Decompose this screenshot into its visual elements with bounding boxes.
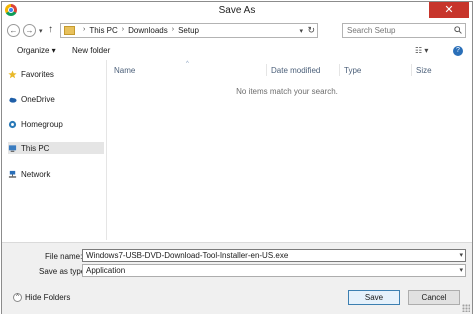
search-icon (454, 26, 462, 34)
window-title: Save As (218, 5, 256, 16)
sidebar-item-onedrive[interactable]: OneDrive (8, 93, 104, 105)
cancel-button[interactable]: Cancel (408, 290, 460, 305)
sort-ascending-icon: ^ (186, 61, 189, 67)
save-as-type-label: Save as type: (39, 267, 88, 276)
breadcrumb-separator: › (121, 26, 125, 33)
breadcrumb-separator: › (171, 26, 175, 33)
save-as-type-select[interactable]: Application ▾ (82, 264, 466, 277)
toolbar: Organize ▾ New folder ☷ ▾ ? (2, 42, 472, 60)
column-header-size[interactable]: Size (416, 66, 432, 75)
homegroup-icon (8, 120, 17, 128)
sidebar-item-label: OneDrive (21, 94, 55, 104)
hide-folders-button[interactable]: ^ Hide Folders (13, 293, 70, 302)
forward-arrow-icon[interactable]: → (23, 24, 36, 37)
sidebar-item-favorites[interactable]: Favorites (8, 68, 104, 80)
save-as-dialog: Save As ✕ ← → ▾ ↑ › This PC › Downloads … (1, 1, 473, 314)
breadcrumb-separator: › (83, 26, 86, 33)
new-folder-button[interactable]: New folder (72, 46, 110, 55)
close-button[interactable]: ✕ (429, 2, 469, 18)
sidebar-item-homegroup[interactable]: Homegroup (8, 118, 104, 130)
breadcrumb-this-pc[interactable]: This PC (89, 26, 117, 35)
refresh-icon[interactable]: ↻ (307, 25, 315, 36)
column-divider[interactable] (339, 64, 340, 76)
file-name-field[interactable]: Windows7-USB-DVD-Download-Tool-Installer… (82, 249, 466, 262)
column-header-name[interactable]: Name (114, 66, 135, 75)
cloud-icon (9, 97, 17, 103)
organize-button[interactable]: Organize ▾ (17, 46, 56, 55)
column-divider[interactable] (411, 64, 412, 76)
breadcrumb-downloads[interactable]: Downloads (128, 26, 168, 35)
computer-icon (8, 144, 17, 152)
dialog-footer: ^ Hide Folders Save Cancel (2, 282, 472, 314)
view-options-icon[interactable]: ☷ ▾ (415, 46, 428, 55)
column-header-type[interactable]: Type (344, 66, 361, 75)
sidebar-item-label: This PC (21, 143, 50, 153)
column-header-date-modified[interactable]: Date modified (271, 66, 320, 75)
search-input[interactable] (347, 24, 447, 37)
file-name-value: Windows7-USB-DVD-Download-Tool-Installer… (86, 251, 289, 260)
title-bar: Save As ✕ (2, 2, 472, 19)
address-bar[interactable]: › This PC › Downloads › Setup ▾ ↻ (60, 23, 318, 38)
save-button[interactable]: Save (348, 290, 400, 305)
file-name-label: File name: (45, 252, 83, 261)
resize-grip-icon[interactable] (462, 304, 470, 312)
save-form: File name: Windows7-USB-DVD-Download-Too… (2, 242, 472, 283)
recent-locations-chevron-icon[interactable]: ▾ (39, 27, 43, 35)
folder-icon (64, 26, 75, 35)
chevron-down-icon[interactable]: ▾ (459, 251, 463, 259)
file-list: Name ^ Date modified Type Size No items … (106, 60, 468, 240)
up-arrow-icon[interactable]: ↑ (48, 24, 53, 35)
sidebar-item-label: Network (21, 169, 51, 179)
sidebar-item-network[interactable]: Network (8, 168, 104, 180)
chevron-down-icon[interactable]: ▾ (459, 266, 463, 274)
hide-folders-label: Hide Folders (25, 293, 71, 302)
help-icon[interactable]: ? (453, 46, 463, 56)
navigation-pane: Favorites OneDrive Homegroup This PC Net… (2, 60, 107, 240)
back-arrow-icon[interactable]: ← (7, 24, 20, 37)
network-icon (8, 170, 17, 178)
sidebar-item-this-pc[interactable]: This PC (8, 142, 104, 154)
sidebar-item-label: Favorites (21, 69, 54, 79)
save-as-type-value: Application (86, 266, 126, 275)
breadcrumb-setup[interactable]: Setup (178, 26, 199, 35)
breadcrumb: › This PC › Downloads › Setup (83, 26, 199, 35)
empty-message: No items match your search. (236, 87, 338, 96)
search-box (342, 23, 466, 38)
address-dropdown-chevron-icon[interactable]: ▾ (299, 27, 303, 35)
star-icon (8, 69, 17, 78)
sidebar-item-label: Homegroup (21, 119, 63, 129)
address-row: ← → ▾ ↑ › This PC › Downloads › Setup ▾ … (2, 19, 472, 42)
collapse-chevron-icon: ^ (13, 293, 22, 302)
column-divider[interactable] (266, 64, 267, 76)
